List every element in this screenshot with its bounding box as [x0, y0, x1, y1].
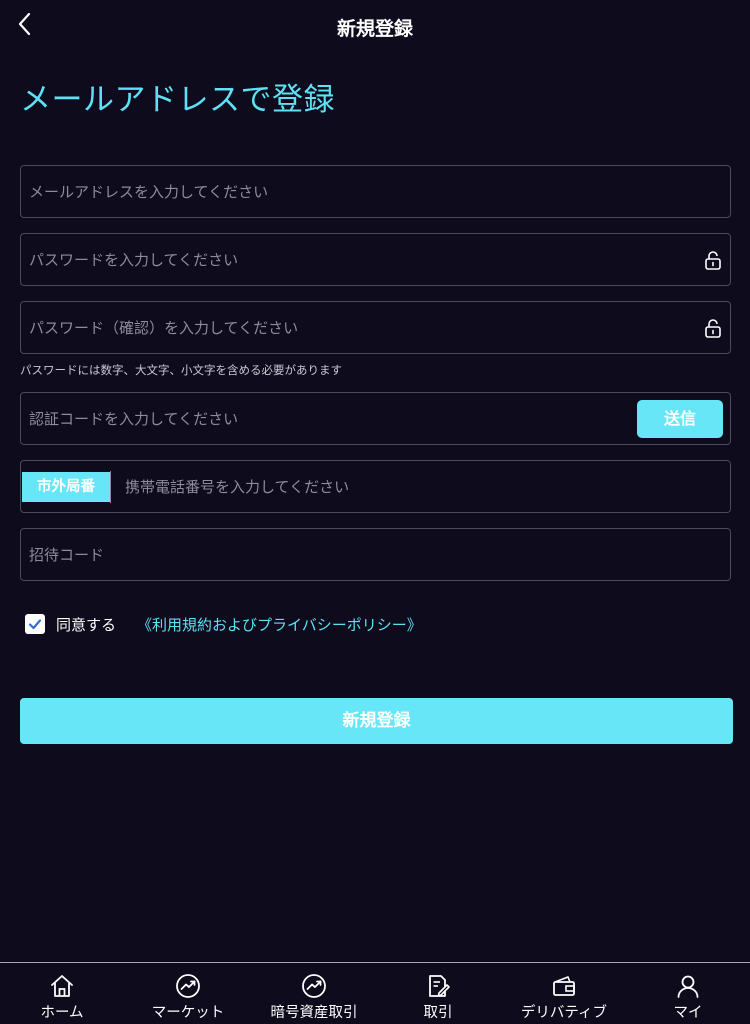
- header-title: 新規登録: [336, 18, 413, 40]
- nav-label: 取引: [423, 1005, 453, 1021]
- phone-field: 市外局番: [20, 460, 731, 513]
- market-trend-icon: [176, 974, 200, 998]
- area-code-button[interactable]: 市外局番: [22, 472, 110, 502]
- page-heading: メールアドレスで登録: [20, 82, 335, 118]
- nav-item-market[interactable]: マーケット: [132, 963, 244, 1024]
- user-icon: [677, 975, 699, 998]
- nav-item-derivatives[interactable]: デリバティブ: [508, 963, 620, 1024]
- lock-icon[interactable]: [704, 318, 722, 338]
- header: 新規登録: [0, 0, 750, 56]
- nav-item-my[interactable]: マイ: [652, 963, 724, 1024]
- nav-item-home[interactable]: ホーム: [12, 963, 112, 1024]
- phone-input[interactable]: [125, 461, 685, 512]
- bottom-nav: ホーム マーケット 暗号資産取引 取引 デリバティブ マイ: [0, 962, 750, 1024]
- nav-label: マーケット: [151, 1005, 225, 1021]
- nav-label: マイ: [673, 1005, 703, 1021]
- check-icon: [28, 619, 42, 630]
- agree-label: 同意する: [56, 616, 117, 634]
- invite-field: [20, 528, 731, 581]
- terms-link[interactable]: 《利用規約およびプライバシーポリシー》: [137, 614, 422, 635]
- password-confirm-input[interactable]: [29, 302, 649, 353]
- register-submit-button[interactable]: 新規登録: [20, 698, 733, 744]
- register-screen: 新規登録 メールアドレスで登録 パスワードには数字、大文字、小文字を含める必要が…: [0, 0, 750, 1024]
- email-field: [20, 165, 731, 218]
- wallet-icon: [553, 976, 575, 996]
- verification-code-input[interactable]: [29, 393, 649, 444]
- password-field: [20, 233, 731, 286]
- email-input[interactable]: [29, 166, 649, 217]
- password-hint: パスワードには数字、大文字、小文字を含める必要があります: [20, 363, 342, 377]
- invite-code-input[interactable]: [29, 529, 649, 580]
- nav-item-trade[interactable]: 取引: [398, 963, 478, 1024]
- area-code-divider: [110, 471, 111, 503]
- agree-checkbox[interactable]: [25, 614, 45, 634]
- document-edit-icon: [429, 975, 450, 997]
- password-confirm-field: [20, 301, 731, 354]
- verification-field: 送信: [20, 392, 731, 445]
- send-code-button[interactable]: 送信: [637, 400, 723, 438]
- trade-trend-icon: [302, 974, 326, 998]
- nav-item-crypto-trade[interactable]: 暗号資産取引: [260, 963, 368, 1024]
- lock-icon[interactable]: [704, 250, 722, 270]
- nav-label: ホーム: [40, 1005, 84, 1021]
- nav-label: 暗号資産取引: [270, 1005, 358, 1021]
- nav-label: デリバティブ: [520, 1005, 608, 1021]
- password-input[interactable]: [29, 234, 649, 285]
- home-icon: [51, 975, 73, 997]
